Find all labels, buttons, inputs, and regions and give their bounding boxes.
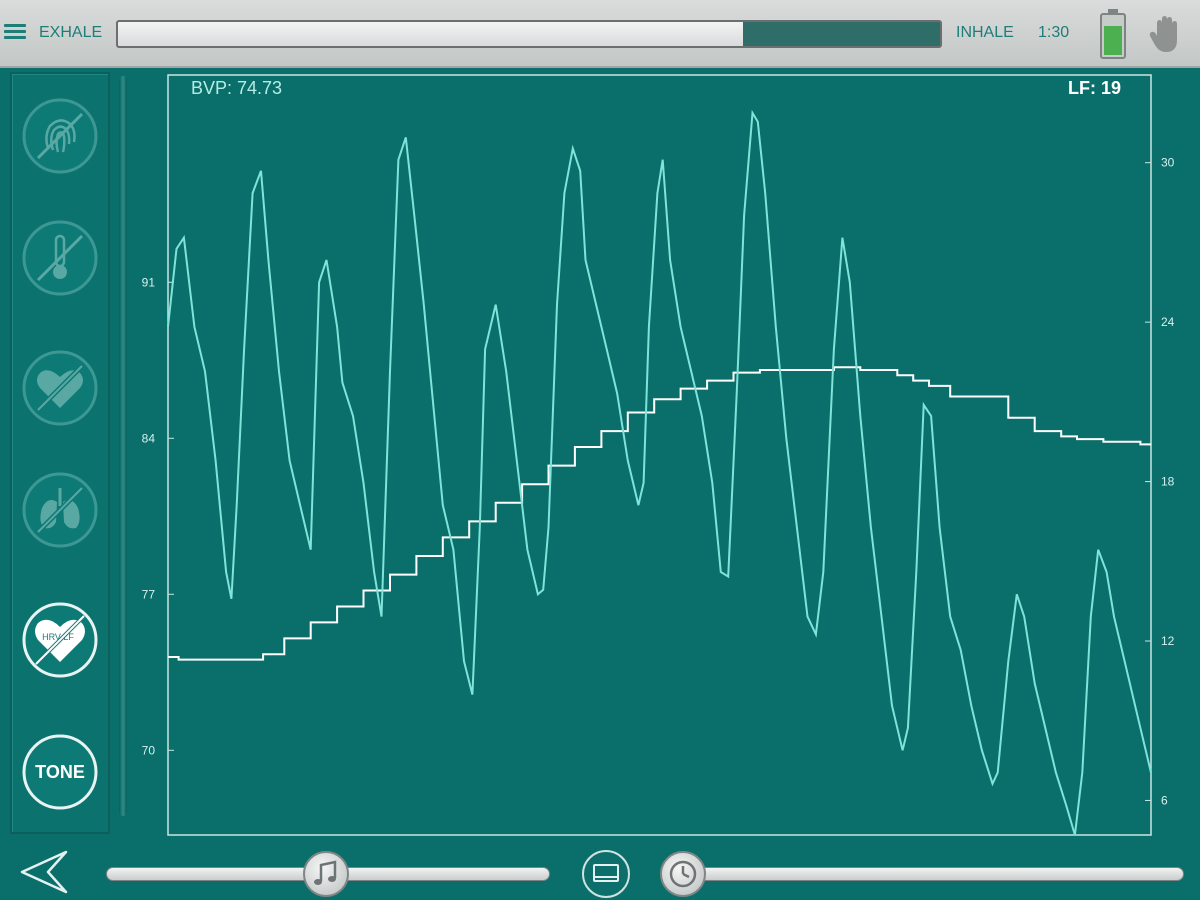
fingerprint-slash-icon [22,98,98,174]
right-axis-tick-label: 18 [1161,475,1175,489]
heart-slash-icon [22,350,98,426]
bvp-readout: BVP: 74.73 [191,78,283,98]
top-bar: EXHALE INHALE 1:30 [0,0,1200,68]
music-note-icon [314,860,337,885]
chart-svg: 70 77 84 91 6 12 18 24 30 [142,74,1175,836]
right-axis-tick-label: 6 [1161,793,1168,807]
right-axis-tick-label: 30 [1161,156,1175,170]
time-slider-knob[interactable] [660,851,706,897]
inhale-label: INHALE [956,24,1014,41]
clock-icon [669,860,697,888]
left-axis-tick-label: 77 [142,587,156,601]
chart-area: 70 77 84 91 6 12 18 24 30 [125,70,1200,840]
respiration-toggle[interactable] [22,472,98,548]
music-slider-knob[interactable] [303,851,349,897]
right-axis-tick-label: 12 [1161,634,1175,648]
left-axis-tick-label: 91 [142,275,156,289]
exhale-label: EXHALE [39,24,103,41]
lungs-slash-icon [22,472,98,548]
session-time-slider[interactable] [664,867,1184,881]
breath-pacer-bar [116,20,942,48]
breath-pacer-fill [118,22,743,46]
right-axis-tick-label: 24 [1161,315,1175,329]
menu-icon[interactable] [4,24,26,40]
heart-toggle[interactable] [22,350,98,426]
temperature-toggle[interactable] [22,220,98,296]
tone-label: TONE [35,762,85,782]
display-mode-button[interactable] [582,850,630,898]
hand-icon[interactable] [1148,14,1186,54]
session-timer: 1:30 [1038,24,1070,41]
sensor-sidebar: HRV LF TONE [10,72,110,834]
bvp-series-line [167,109,1152,836]
thermometer-slash-icon [22,220,98,296]
battery-icon [1100,9,1126,59]
left-axis-tick-label: 84 [142,431,156,445]
hrv-lf-toggle[interactable]: HRV LF [22,602,98,678]
left-axis-tick-label: 70 [142,743,156,757]
screen-icon [593,864,619,882]
skin-conductance-toggle[interactable] [22,98,98,174]
back-arrow-icon[interactable] [18,848,70,896]
lf-readout: LF: 19 [1068,78,1122,98]
heart-hrv-lf-slash-icon: HRV LF [22,602,98,678]
tone-button[interactable]: TONE [22,734,98,810]
